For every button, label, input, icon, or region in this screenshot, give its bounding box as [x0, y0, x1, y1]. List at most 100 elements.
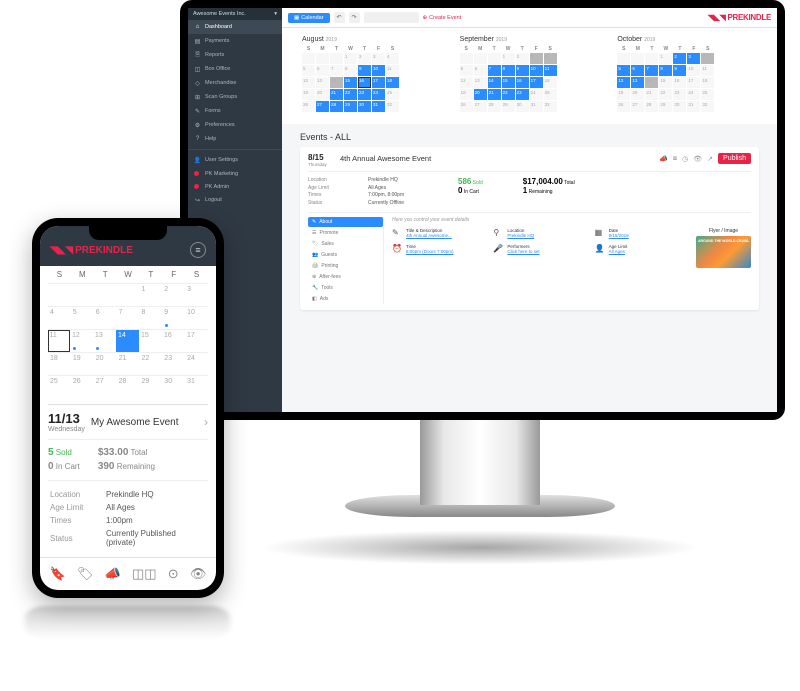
calendar-day[interactable]: 7 — [645, 65, 658, 76]
calendar-day[interactable]: 8 — [659, 65, 672, 76]
undo-button[interactable]: ↶ — [334, 12, 345, 23]
calendar-day[interactable]: 29 — [344, 101, 357, 112]
calendar-day[interactable] — [488, 53, 501, 64]
create-event-button[interactable]: ⊕ Create Event — [423, 15, 462, 21]
phone-day[interactable]: 15 — [139, 330, 162, 352]
calendar-day[interactable]: 2 — [516, 53, 529, 64]
phone-day[interactable]: 28 — [117, 376, 140, 398]
phone-day[interactable]: 16 — [162, 330, 185, 352]
calendar-day[interactable]: 26 — [617, 101, 630, 112]
phone-day[interactable]: 31 — [185, 376, 208, 398]
calendar-day[interactable]: 11 — [544, 65, 557, 76]
publish-button[interactable]: Publish — [718, 153, 751, 164]
date-link[interactable]: 8/15/2019 — [609, 233, 629, 238]
calendar-day[interactable]: 16 — [516, 77, 529, 88]
phone-day[interactable]: 23 — [162, 353, 185, 375]
phone-day[interactable]: 3 — [185, 284, 208, 306]
calendar-day[interactable]: 18 — [386, 77, 399, 88]
calendar-day[interactable] — [460, 53, 473, 64]
calendar-day[interactable]: 15 — [344, 77, 357, 88]
phone-day[interactable]: 1 — [139, 284, 162, 306]
megaphone-icon[interactable]: 📣 — [105, 566, 121, 582]
event-tab-ads[interactable]: ◧Ads — [308, 294, 383, 304]
calendar-day[interactable]: 25 — [701, 89, 714, 100]
phone-day[interactable]: 2 — [162, 284, 185, 306]
calendar-day[interactable]: 19 — [302, 89, 315, 100]
calendar-day[interactable]: 14 — [330, 77, 343, 88]
time-link[interactable]: 8:00pm (Doors 7:00pm) — [406, 249, 454, 254]
phone-day[interactable]: 30 — [162, 376, 185, 398]
calendar-day[interactable]: 20 — [316, 89, 329, 100]
calendar-day[interactable]: 13 — [474, 77, 487, 88]
calendar-day[interactable]: 27 — [631, 101, 644, 112]
calendar-day[interactable]: 4 — [386, 53, 399, 64]
calendar-day[interactable]: 3 — [530, 53, 543, 64]
phone-day[interactable]: 11 — [48, 330, 70, 352]
sidebar-item-pk-admin[interactable]: PK Admin — [188, 180, 282, 193]
calendar-day[interactable]: 24 — [530, 89, 543, 100]
calendar-day[interactable]: 23 — [673, 89, 686, 100]
calendar-day[interactable]: 9 — [358, 65, 371, 76]
calendar-day[interactable]: 6 — [474, 65, 487, 76]
calendar-day[interactable]: 15 — [502, 77, 515, 88]
event-tab-guests[interactable]: 👥Guests — [308, 250, 383, 260]
calendar-day[interactable]: 6 — [316, 65, 329, 76]
calendar-day[interactable]: 25 — [544, 89, 557, 100]
phone-day[interactable] — [94, 284, 117, 306]
calendar-day[interactable]: 9 — [516, 65, 529, 76]
calendar-day[interactable]: 15 — [659, 77, 672, 88]
flyer-image[interactable] — [696, 236, 751, 268]
calendar-day[interactable]: 5 — [617, 65, 630, 76]
phone-day[interactable]: 24 — [185, 353, 208, 375]
calendar-day[interactable]: 30 — [516, 101, 529, 112]
calendar-day[interactable]: 29 — [502, 101, 515, 112]
calendar-day[interactable]: 3 — [372, 53, 385, 64]
phone-day[interactable] — [48, 284, 71, 306]
phone-day[interactable]: 7 — [117, 307, 140, 329]
calendar-day[interactable]: 5 — [460, 65, 473, 76]
calendar-day[interactable]: 23 — [516, 89, 529, 100]
calendar-day[interactable]: 27 — [474, 101, 487, 112]
calendar-day[interactable]: 30 — [358, 101, 371, 112]
calendar-day[interactable]: 19 — [617, 89, 630, 100]
calendar-day[interactable]: 14 — [488, 77, 501, 88]
calendar-day[interactable] — [474, 53, 487, 64]
calendar-day[interactable]: 5 — [302, 65, 315, 76]
calendar-day[interactable]: 31 — [372, 101, 385, 112]
calendar-day[interactable]: 23 — [358, 89, 371, 100]
calendar-day[interactable]: 26 — [302, 101, 315, 112]
calendar-day[interactable]: 13 — [316, 77, 329, 88]
calendar-day[interactable]: 30 — [673, 101, 686, 112]
calendar-day[interactable] — [316, 53, 329, 64]
calendar-day[interactable]: 12 — [460, 77, 473, 88]
calendar-day[interactable]: 21 — [330, 89, 343, 100]
phone-day[interactable]: 21 — [117, 353, 140, 375]
redo-button[interactable]: ↷ — [349, 12, 360, 23]
calendar-day[interactable]: 9 — [673, 65, 686, 76]
event-tab-promote[interactable]: ☰Promote — [308, 228, 383, 238]
performers-link[interactable]: Click here to set — [507, 249, 539, 254]
calendar-day[interactable]: 31 — [530, 101, 543, 112]
calendar-day[interactable]: 11 — [386, 65, 399, 76]
calendar-day[interactable] — [645, 53, 658, 64]
phone-event-header[interactable]: 11/13 Wednesday My Awesome Event › — [48, 411, 208, 433]
phone-day[interactable]: 12 — [70, 330, 93, 352]
eye-icon[interactable]: 👁 — [693, 155, 702, 163]
calendar-day[interactable]: 10 — [530, 65, 543, 76]
calendar-day[interactable]: 32 — [386, 101, 399, 112]
phone-day[interactable]: 20 — [94, 353, 117, 375]
calendar-day[interactable]: 12 — [302, 77, 315, 88]
calendar-day[interactable]: 10 — [687, 65, 700, 76]
phone-day[interactable]: 17 — [185, 330, 208, 352]
calendar-day[interactable]: 4 — [701, 53, 714, 64]
calendar-day[interactable]: 1 — [659, 53, 672, 64]
phone-day[interactable] — [117, 284, 140, 306]
calendar-day[interactable]: 1 — [344, 53, 357, 64]
calendar-day[interactable]: 11 — [701, 65, 714, 76]
event-tab-sales[interactable]: 🏷Sales — [308, 239, 383, 249]
calendar-day[interactable]: 16 — [673, 77, 686, 88]
share-icon[interactable]: ↗ — [707, 155, 713, 163]
calendar-day[interactable]: 2 — [673, 53, 686, 64]
eye-icon[interactable]: 👁 — [190, 566, 207, 582]
calendar-day[interactable]: 6 — [631, 65, 644, 76]
